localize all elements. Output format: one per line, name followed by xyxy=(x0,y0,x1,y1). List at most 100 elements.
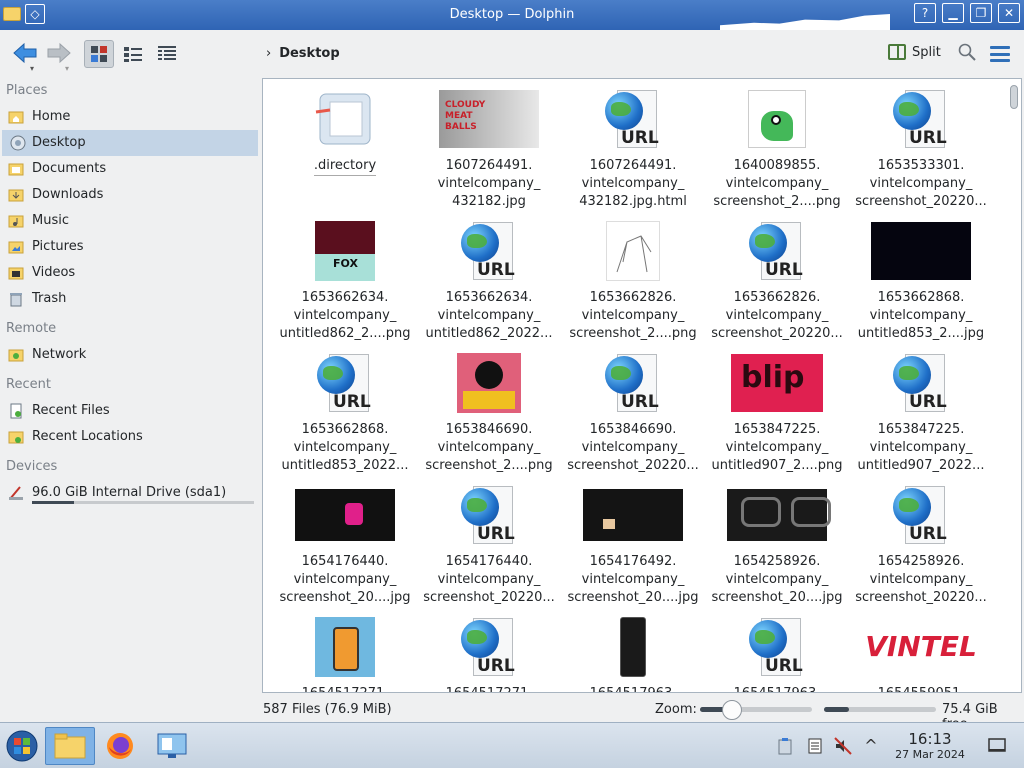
file-item[interactable]: URL 1654517271. xyxy=(417,615,561,692)
file-item[interactable]: 1640089855. vintelcompany_ screenshot_2...… xyxy=(705,87,849,219)
sidebar-item-desktop[interactable]: Desktop xyxy=(2,130,258,156)
breadcrumb-current[interactable]: Desktop xyxy=(279,46,339,61)
sidebar-item-pictures[interactable]: Pictures xyxy=(0,234,262,260)
split-button[interactable]: Split xyxy=(888,44,941,60)
compact-view-button[interactable] xyxy=(118,40,148,68)
sidebar-item-downloads[interactable]: Downloads xyxy=(0,182,262,208)
taskbar-system-settings[interactable] xyxy=(152,727,192,765)
file-item[interactable]: URL 1653846690. vintelcompany_ screenshot_2… xyxy=(561,351,705,483)
file-name-line: 1653533301. xyxy=(877,158,965,173)
file-item[interactable]: 1653662826. vintelcompany_ screenshot_2...… xyxy=(561,219,705,351)
details-view-button[interactable] xyxy=(152,40,182,68)
file-item[interactable]: URL 1653662826. vintelcompany_ screenshot_2… xyxy=(705,219,849,351)
file-name: 1653847225. vintelcompany_ untitled907_2..… xyxy=(705,421,849,475)
zoom-slider[interactable] xyxy=(700,707,812,712)
sidebar-item-label: Downloads xyxy=(32,187,104,202)
file-item[interactable]: URL 1653662868. vintelcompany_ untitled853_… xyxy=(273,351,417,483)
sidebar-item-network[interactable]: Network xyxy=(0,342,262,368)
help-button[interactable]: ? xyxy=(914,3,936,23)
image-thumbnail xyxy=(620,617,646,677)
file-view[interactable]: .directory CLOUDY MEAT BALLS 1607264491. vi… xyxy=(262,78,1022,693)
sidebar-item-documents[interactable]: Documents xyxy=(0,156,262,182)
file-item[interactable]: URL 1607264491. vintelcompany_ 432182.jpg.h… xyxy=(561,87,705,219)
file-item[interactable]: blip 1653847225. vintelcompany_ untitled907… xyxy=(705,351,849,483)
sidebar-item-videos[interactable]: Videos xyxy=(0,260,262,286)
icons-view-button[interactable] xyxy=(84,40,114,68)
file-item[interactable]: URL 1654176440. vintelcompany_ screenshot_2… xyxy=(417,483,561,615)
file-item[interactable]: URL 1654517963. xyxy=(705,615,849,692)
sidebar-item-label: Home xyxy=(32,109,71,124)
file-name-line: 1654517963. xyxy=(705,685,849,692)
file-thumbnail: blip xyxy=(727,351,827,415)
file-item[interactable]: VINTEL 1654559051. xyxy=(849,615,993,692)
file-item[interactable]: URL 1653533301. vintelcompany_ screenshot_2… xyxy=(849,87,993,219)
start-menu-button[interactable] xyxy=(2,727,42,765)
file-name-line: 1654517963. xyxy=(561,685,705,692)
sidebar-item-music[interactable]: Music xyxy=(0,208,262,234)
start-orb-icon xyxy=(6,730,38,762)
notes-icon[interactable] xyxy=(806,737,824,755)
vertical-scrollbar[interactable] xyxy=(1010,85,1018,109)
file-item[interactable]: URL 1654258926. vintelcompany_ screenshot_2… xyxy=(849,483,993,615)
file-thumbnail: URL xyxy=(871,483,971,547)
file-name: .directory xyxy=(273,157,417,182)
file-name-line: screenshot_20220... xyxy=(855,194,987,209)
file-name: 1654176492. vintelcompany_ screenshot_20..… xyxy=(561,553,705,607)
show-desktop-icon[interactable] xyxy=(988,737,1006,755)
sidebar-item-internal-drive[interactable]: 96.0 GiB Internal Drive (sda1) xyxy=(0,480,262,506)
file-name: 1653847225. vintelcompany_ untitled907_202… xyxy=(849,421,993,475)
sidebar-item-label: Pictures xyxy=(32,239,84,254)
trash-icon xyxy=(10,293,22,307)
file-name: 1653846690. vintelcompany_ screenshot_2022… xyxy=(561,421,705,475)
taskbar-dolphin[interactable] xyxy=(45,727,95,765)
chevron-up-icon[interactable]: ^ xyxy=(862,737,880,755)
hamburger-menu-icon[interactable] xyxy=(990,46,1010,62)
file-name-line: 1640089855. xyxy=(733,158,821,173)
sidebar-item-label: Music xyxy=(32,213,69,228)
file-name-line: 1653662868. xyxy=(301,422,389,437)
file-item[interactable]: 1654517271. xyxy=(273,615,417,692)
file-item[interactable]: 1654176492. vintelcompany_ screenshot_20..… xyxy=(561,483,705,615)
file-name: 1653662868. vintelcompany_ untitled853_2..… xyxy=(849,289,993,343)
clipboard-icon[interactable] xyxy=(776,737,794,755)
file-name-line: 1653847225. xyxy=(877,422,965,437)
drive-usage-bar xyxy=(32,501,254,504)
file-name-line: screenshot_2....png xyxy=(713,194,841,209)
file-item[interactable]: CLOUDY MEAT BALLS 1607264491. vintelcompan… xyxy=(417,87,561,219)
file-item[interactable]: 1654517963. xyxy=(561,615,705,692)
free-space-bar xyxy=(824,707,936,712)
desktop-icon xyxy=(10,135,26,151)
file-item[interactable]: URL 1653847225. vintelcompany_ untitled907_… xyxy=(849,351,993,483)
close-button[interactable]: ✕ xyxy=(998,3,1020,23)
sidebar-item-recent-locations[interactable]: Recent Locations xyxy=(0,424,262,450)
file-name-line: 1653662826. xyxy=(589,290,677,305)
sidebar-item-home[interactable]: Home xyxy=(0,104,262,130)
back-arrow-icon[interactable] xyxy=(12,42,38,70)
search-icon[interactable] xyxy=(958,43,976,61)
sidebar-item-label: 96.0 GiB Internal Drive (sda1) xyxy=(32,485,227,500)
back-dropdown-icon[interactable]: ▾ xyxy=(30,64,34,73)
breadcrumb[interactable]: › Desktop xyxy=(266,46,340,61)
minimize-button[interactable]: ▁ xyxy=(942,3,964,23)
file-item[interactable]: 1654176440. vintelcompany_ screenshot_20..… xyxy=(273,483,417,615)
image-thumbnail: blip xyxy=(731,354,823,412)
maximize-button[interactable]: ❐ xyxy=(970,3,992,23)
file-name-line: vintelcompany_ xyxy=(581,440,685,455)
sidebar-item-recent-files[interactable]: Recent Files xyxy=(0,398,262,424)
sidebar-item-trash[interactable]: Trash xyxy=(0,286,262,312)
file-item[interactable]: .directory xyxy=(273,87,417,219)
file-thumbnail: URL xyxy=(295,351,395,415)
file-name-line: vintelcompany_ xyxy=(725,440,829,455)
file-item[interactable]: FOX 1653662634. vintelcompany_ untitled862_… xyxy=(273,219,417,351)
file-item[interactable]: 1653846690. vintelcompany_ screenshot_2...… xyxy=(417,351,561,483)
volume-muted-icon[interactable] xyxy=(834,737,852,755)
folder-icon xyxy=(54,733,86,759)
zoom-slider-handle[interactable] xyxy=(722,700,742,720)
taskbar-firefox[interactable] xyxy=(100,727,140,765)
file-item[interactable]: URL 1653662634. vintelcompany_ untitled862_… xyxy=(417,219,561,351)
file-thumbnail: URL xyxy=(583,351,683,415)
clock[interactable]: 16:13 27 Mar 2024 xyxy=(890,731,970,763)
forward-dropdown-icon[interactable]: ▾ xyxy=(65,64,69,73)
file-item[interactable]: 1654258926. vintelcompany_ screenshot_20..… xyxy=(705,483,849,615)
file-item[interactable]: 1653662868. vintelcompany_ untitled853_2..… xyxy=(849,219,993,351)
